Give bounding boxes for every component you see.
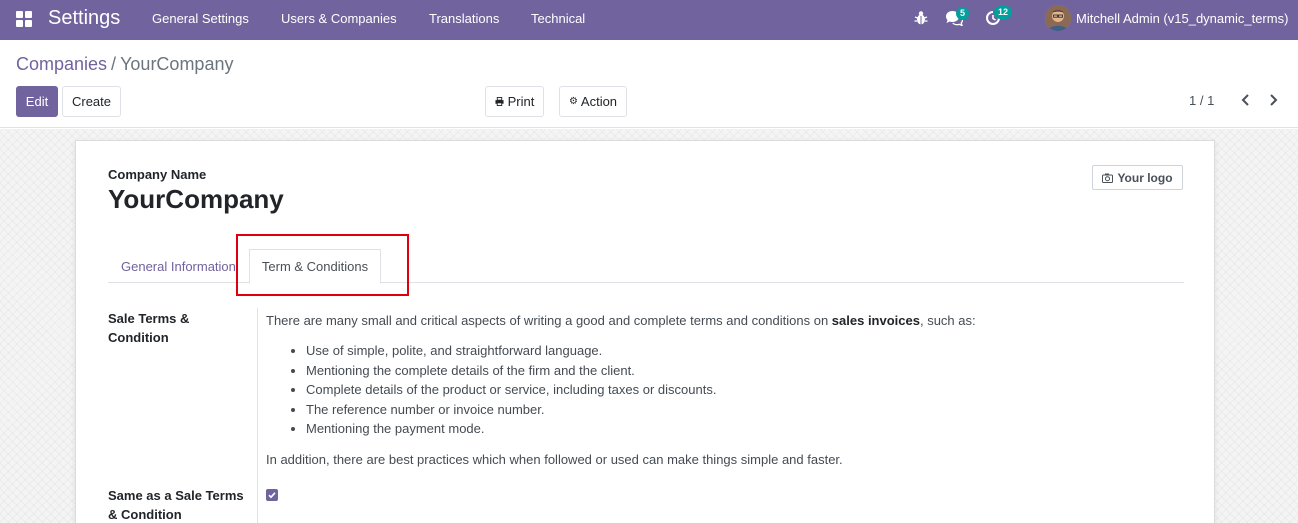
terms-points-list: Use of simple, polite, and straightforwa… [306,341,716,439]
list-item: The reference number or invoice number. [306,400,716,420]
menu-translations[interactable]: Translations [429,11,499,26]
logo-upload-label: Your logo [1117,170,1173,185]
sale-terms-intro[interactable]: There are many small and critical aspect… [266,311,1176,330]
edit-button-label: Edit [25,94,49,109]
list-item: Use of simple, polite, and straightforwa… [306,341,716,361]
terms-intro-after: , such as: [919,313,976,328]
print-button[interactable]: Print [485,86,544,117]
activities-count-badge: 12 [994,6,1013,19]
print-icon [495,97,504,106]
gear-icon: ⚙ [568,96,578,107]
print-button-label: Print [507,94,535,109]
pager-value[interactable]: 1 / 1 [1189,93,1214,108]
create-button[interactable]: Create [62,86,121,117]
menu-general-settings[interactable]: General Settings [152,11,249,26]
form-view-background: Company Name YourCompany Your logo Gener… [0,129,1298,523]
sale-terms-label: Sale Terms & Condition [108,311,190,345]
terms-intro-bold: sales invoices [831,313,920,328]
breadcrumb: Companies / YourCompany [16,54,233,75]
messages-count-badge: 5 [956,7,970,20]
same-as-sale-label: Same as a Sale Terms & Condition [108,488,244,522]
logo-upload[interactable]: Your logo [1092,165,1183,190]
company-name-value: YourCompany [108,184,284,214]
terms-intro-before: There are many small and critical aspect… [266,313,832,328]
menu-technical[interactable]: Technical [531,11,585,26]
user-menu[interactable]: Mitchell Admin (v15_dynamic_terms) [1076,11,1288,26]
form-sheet: Company Name YourCompany Your logo Gener… [75,140,1215,523]
pager-next-chevron-icon[interactable] [1266,92,1280,108]
action-button-label: Action [580,94,618,109]
notebook-tabs: General Information Term & Conditions [108,249,1184,284]
apps-menu-icon[interactable] [16,11,32,27]
list-item: Complete details of the product or servi… [306,380,716,400]
pager-previous-chevron-icon[interactable] [1239,92,1253,108]
breadcrumb-separator: / [111,54,117,74]
breadcrumb-companies-link[interactable]: Companies [16,54,107,74]
create-button-label: Create [71,94,112,109]
tab-general-information[interactable]: General Information [108,249,249,283]
tab-term-conditions[interactable]: Term & Conditions [249,249,381,284]
app-title[interactable]: Settings [48,7,120,30]
field-divider [257,308,258,523]
same-as-sale-checkbox[interactable] [266,489,278,501]
menu-users-companies[interactable]: Users & Companies [281,11,397,26]
debug-bug-icon[interactable] [914,10,928,26]
camera-icon [1102,173,1114,183]
user-avatar[interactable] [1045,5,1071,31]
control-panel: Companies / YourCompany Edit Create Print … [0,40,1298,128]
top-navbar: Settings General Settings Users & Compan… [0,0,1298,40]
breadcrumb-current: YourCompany [120,54,234,74]
checkmark-icon [268,492,276,499]
company-name-label: Company Name [108,167,207,182]
terms-outro: In addition, there are best practices wh… [266,452,843,467]
edit-button[interactable]: Edit [16,86,58,117]
list-item: Mentioning the payment mode. [306,419,716,439]
list-item: Mentioning the complete details of the f… [306,361,716,381]
action-button[interactable]: ⚙ Action [559,86,627,117]
